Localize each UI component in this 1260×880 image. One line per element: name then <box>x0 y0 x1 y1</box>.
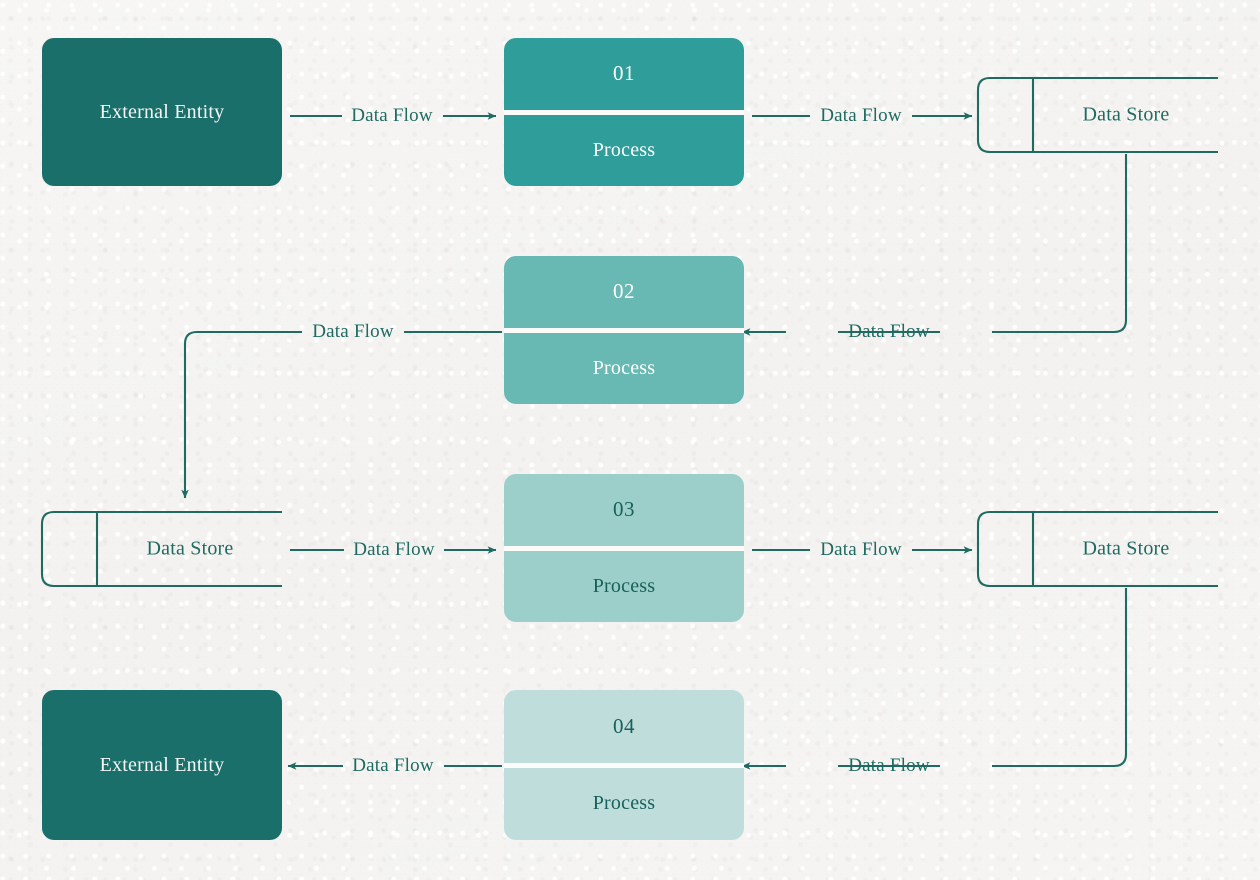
flow-label-f3: Data Flow <box>848 321 929 343</box>
process-03-number-cell: 03 <box>504 474 744 546</box>
external-entity-top-label: External Entity <box>99 100 225 123</box>
flow-line-f7-elbow <box>992 588 1128 768</box>
flow-label-f5: Data Flow <box>353 539 434 561</box>
external-entity-bottom[interactable]: External Entity <box>42 690 282 840</box>
flow-label-f6-text: Data Flow <box>820 539 902 560</box>
data-store-r3[interactable]: Data Store <box>1083 538 1170 561</box>
flow-label-f6: Data Flow <box>820 539 901 561</box>
process-02[interactable]: 02 Process <box>504 256 744 404</box>
process-01-number: 01 <box>613 61 635 86</box>
flow-line-f3-elbow <box>992 154 1128 334</box>
process-01-label: Process <box>592 138 656 161</box>
process-04-label: Process <box>592 792 656 815</box>
process-04-label-cell: Process <box>504 768 744 841</box>
flow-label-f8: Data Flow <box>352 755 433 777</box>
flow-line-f4-elbow <box>181 330 302 499</box>
external-entity-top[interactable]: External Entity <box>42 38 282 186</box>
flow-label-f4: Data Flow <box>312 321 393 343</box>
process-02-label-cell: Process <box>504 333 744 405</box>
process-04-number-cell: 04 <box>504 690 744 763</box>
flow-label-f3-text: Data Flow <box>848 321 930 342</box>
diagram-canvas: External Entity 01 Process Data Store 02… <box>0 0 1260 880</box>
flow-label-f4-text: Data Flow <box>312 321 394 342</box>
process-03-label-cell: Process <box>504 551 744 623</box>
process-03-label: Process <box>592 574 656 597</box>
data-store-r3-label: Data Store <box>1082 537 1170 560</box>
process-02-number-cell: 02 <box>504 256 744 328</box>
process-01-number-cell: 01 <box>504 38 744 110</box>
process-01[interactable]: 01 Process <box>504 38 744 186</box>
process-02-number: 02 <box>613 279 635 304</box>
data-store-r1[interactable]: Data Store <box>1083 104 1170 127</box>
process-02-label: Process <box>592 356 656 379</box>
flow-label-f8-text: Data Flow <box>352 755 434 776</box>
process-03[interactable]: 03 Process <box>504 474 744 622</box>
process-04-number: 04 <box>613 713 635 738</box>
flow-label-f7-text: Data Flow <box>848 755 930 776</box>
flow-label-f2: Data Flow <box>820 105 901 127</box>
flow-label-f7: Data Flow <box>848 755 929 777</box>
flow-label-f1: Data Flow <box>351 105 432 127</box>
process-04[interactable]: 04 Process <box>504 690 744 840</box>
data-store-l3[interactable]: Data Store <box>147 538 234 561</box>
flow-label-f2-text: Data Flow <box>820 105 902 126</box>
process-01-label-cell: Process <box>504 115 744 187</box>
process-03-number: 03 <box>613 497 635 522</box>
data-store-l3-label: Data Store <box>146 537 234 560</box>
flow-label-f5-text: Data Flow <box>353 539 435 560</box>
external-entity-bottom-label: External Entity <box>99 753 225 776</box>
data-store-r1-label: Data Store <box>1082 103 1170 126</box>
flow-label-f1-text: Data Flow <box>351 105 433 126</box>
